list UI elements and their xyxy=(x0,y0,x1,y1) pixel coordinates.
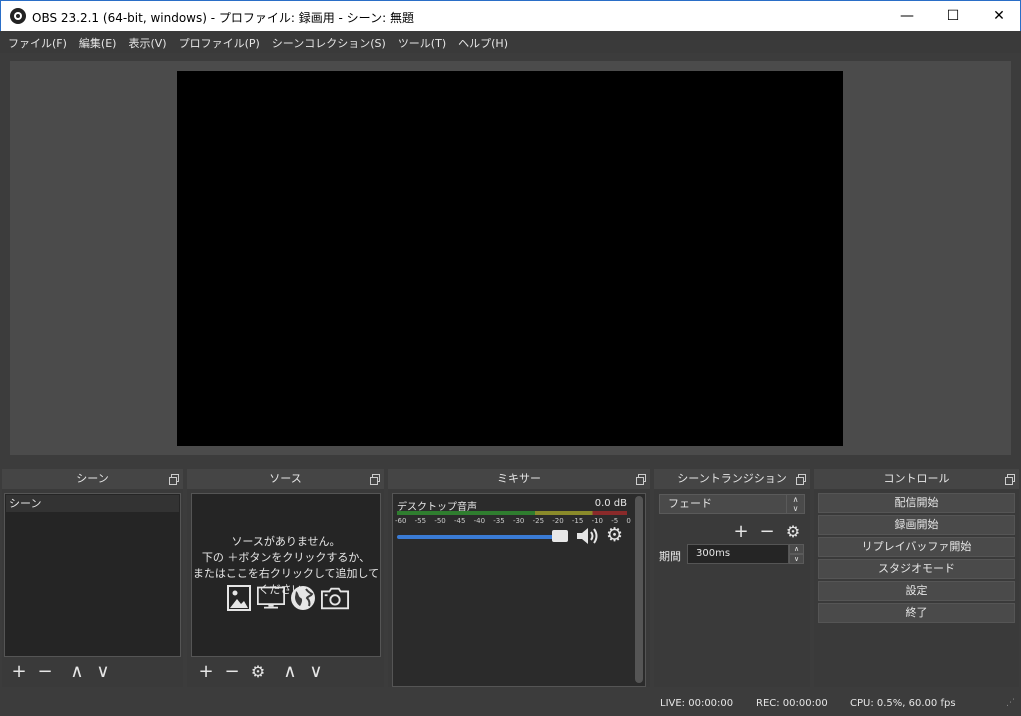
empty-message-line: 下の ＋ボタンをクリックするか、 xyxy=(201,551,371,564)
volume-slider-track[interactable] xyxy=(397,535,565,539)
maximize-button[interactable]: ☐ xyxy=(930,1,976,31)
mixer-panel: デスクトップ音声 0.0 dB -60 -55 -50 -45 -40 -35 … xyxy=(392,493,646,687)
controls-dock: コントロール 配信開始 録画開始 リプレイバッファ開始 スタジオモード 設定 終… xyxy=(814,469,1019,687)
start-replay-buffer-button[interactable]: リプレイバッファ開始 xyxy=(818,537,1015,557)
mixer-scrollbar[interactable] xyxy=(635,496,643,683)
meter-tick: -15 xyxy=(571,517,584,525)
status-bar: LIVE: 00:00:00 REC: 00:00:00 CPU: 0.5%, … xyxy=(0,690,1021,716)
monitor-icon xyxy=(257,584,285,612)
rec-status: REC: 00:00:00 xyxy=(756,698,828,709)
scenes-dock: シーン シーン + − ∧ ∨ xyxy=(2,469,183,687)
controls-dock-header: コントロール xyxy=(814,469,1019,489)
menu-edit[interactable]: 編集(E) xyxy=(73,31,123,53)
window-title: OBS 23.2.1 (64-bit, windows) - プロファイル: 録… xyxy=(32,11,414,25)
start-streaming-button[interactable]: 配信開始 xyxy=(818,493,1015,513)
move-scene-down-button[interactable]: ∨ xyxy=(90,658,116,684)
meter-tick: -50 xyxy=(434,517,446,525)
studio-mode-button[interactable]: スタジオモード xyxy=(818,559,1015,579)
move-source-up-button[interactable]: ∧ xyxy=(277,658,303,684)
dock-float-icon[interactable] xyxy=(796,474,806,485)
scenes-dock-header: シーン xyxy=(2,469,183,489)
obs-logo-icon xyxy=(10,8,26,24)
chevron-updown-icon: ∧ ∨ xyxy=(786,495,804,513)
empty-message-line: ソースがありません。 xyxy=(231,535,341,548)
mixer-dock-header: ミキサー xyxy=(388,469,650,489)
duration-field[interactable]: 300ms xyxy=(687,544,789,564)
mixer-dock: ミキサー デスクトップ音声 0.0 dB -60 -55 -50 -45 -40… xyxy=(388,469,650,687)
sources-toolbar: + − ⚙ ∧ ∨ xyxy=(193,658,329,684)
transitions-dock: シーントランジション フェード ∧ ∨ + − ⚙ 期間 300ms ∧ ∨ xyxy=(654,469,810,687)
duration-up-icon[interactable]: ∧ xyxy=(789,544,804,554)
preview-canvas[interactable] xyxy=(177,71,843,446)
dock-float-icon[interactable] xyxy=(1005,474,1015,485)
speaker-icon[interactable] xyxy=(575,526,599,549)
meter-tick: -35 xyxy=(493,517,505,525)
transition-select-value: フェード xyxy=(668,497,712,510)
scenes-dock-title: シーン xyxy=(76,472,109,485)
duration-down-icon[interactable]: ∨ xyxy=(789,554,804,564)
sources-dock: ソース ソースがありません。 下の ＋ボタンをクリックするか、 またはここを右ク… xyxy=(187,469,384,687)
menu-scene-collection[interactable]: シーンコレクション(S) xyxy=(266,31,392,53)
title-bar: OBS 23.2.1 (64-bit, windows) - プロファイル: 録… xyxy=(0,0,1021,31)
sources-dock-title: ソース xyxy=(269,472,302,485)
transition-gear-icon[interactable]: ⚙ xyxy=(780,518,806,544)
transitions-dock-header: シーントランジション xyxy=(654,469,810,489)
add-transition-button[interactable]: + xyxy=(728,518,754,544)
close-button[interactable]: ✕ xyxy=(976,1,1021,31)
meter-tick: -45 xyxy=(453,517,466,525)
transition-tools: + − ⚙ xyxy=(728,518,806,544)
meter-tick: 0 xyxy=(626,517,631,525)
resize-grip-icon[interactable]: ⋰ xyxy=(1006,698,1018,710)
sources-dock-header: ソース xyxy=(187,469,384,489)
cpu-status: CPU: 0.5%, 60.00 fps xyxy=(850,698,956,709)
menu-profile[interactable]: プロファイル(P) xyxy=(173,31,266,53)
remove-scene-button[interactable]: − xyxy=(32,658,58,684)
meter-tick: -60 xyxy=(395,517,407,525)
settings-button[interactable]: 設定 xyxy=(818,581,1015,601)
mixer-db-value: 0.0 dB xyxy=(594,498,627,509)
meter-tick: -20 xyxy=(552,517,564,525)
remove-source-button[interactable]: − xyxy=(219,658,245,684)
scenes-toolbar: + − ∧ ∨ xyxy=(6,658,116,684)
mixer-dock-title: ミキサー xyxy=(497,472,541,485)
move-scene-up-button[interactable]: ∧ xyxy=(64,658,90,684)
move-source-down-button[interactable]: ∨ xyxy=(303,658,329,684)
exit-button[interactable]: 終了 xyxy=(818,603,1015,623)
scenes-list[interactable]: シーン xyxy=(4,493,181,657)
menu-view[interactable]: 表示(V) xyxy=(122,31,172,53)
meter-tick: -40 xyxy=(473,517,486,525)
globe-icon xyxy=(289,584,317,612)
sources-list[interactable]: ソースがありません。 下の ＋ボタンをクリックするか、 またはここを右クリックし… xyxy=(191,493,381,657)
scene-list-item[interactable]: シーン xyxy=(6,495,179,512)
dock-float-icon[interactable] xyxy=(169,474,179,485)
meter-tick: -10 xyxy=(591,517,603,525)
menu-tools[interactable]: ツール(T) xyxy=(392,31,452,53)
add-source-button[interactable]: + xyxy=(193,658,219,684)
image-icon xyxy=(225,584,253,612)
minimize-button[interactable]: — xyxy=(884,1,930,31)
source-properties-gear-icon[interactable]: ⚙ xyxy=(245,658,271,684)
add-scene-button[interactable]: + xyxy=(6,658,32,684)
remove-transition-button[interactable]: − xyxy=(754,518,780,544)
meter-tick: -30 xyxy=(512,517,525,525)
start-recording-button[interactable]: 録画開始 xyxy=(818,515,1015,535)
mixer-gear-icon[interactable]: ⚙ xyxy=(606,524,623,546)
meter-tick: -25 xyxy=(532,517,545,525)
source-type-icons xyxy=(225,584,349,612)
volume-slider-handle[interactable] xyxy=(552,530,568,542)
meter-tick: -55 xyxy=(414,517,427,525)
duration-label: 期間 xyxy=(659,550,681,563)
transitions-dock-title: シーントランジション xyxy=(677,472,787,485)
menu-bar: ファイル(F) 編集(E) 表示(V) プロファイル(P) シーンコレクション(… xyxy=(0,31,1021,53)
transition-select[interactable]: フェード ∧ ∨ xyxy=(659,494,805,514)
menu-help[interactable]: ヘルプ(H) xyxy=(452,31,514,53)
camera-icon xyxy=(321,584,349,612)
menu-file[interactable]: ファイル(F) xyxy=(2,31,73,53)
controls-dock-title: コントロール xyxy=(883,472,950,485)
live-status: LIVE: 00:00:00 xyxy=(660,698,734,709)
dock-float-icon[interactable] xyxy=(636,474,646,485)
meter-scale: -60 -55 -50 -45 -40 -35 -30 -25 -20 -15 … xyxy=(395,517,631,525)
dock-float-icon[interactable] xyxy=(370,474,380,485)
volume-meter xyxy=(397,511,627,515)
